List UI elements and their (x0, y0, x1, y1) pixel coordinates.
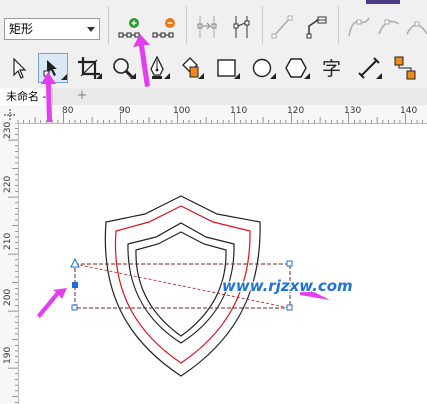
ruler-label: 140 (400, 106, 418, 116)
symmetric-node-icon (406, 21, 427, 35)
to-line-button[interactable] (268, 12, 298, 42)
toolbar-divider (186, 6, 187, 44)
document-tab-bar: 未命名 - + (0, 88, 427, 106)
shape-type-value: 矩形 (9, 22, 34, 36)
symmetric-node-button[interactable] (402, 12, 427, 42)
break-node-button[interactable] (226, 12, 256, 42)
crop-tool[interactable] (74, 53, 104, 83)
shape-type-select[interactable]: 矩形 (4, 18, 100, 40)
drawing-canvas[interactable] (19, 124, 427, 404)
to-curve-button[interactable] (302, 12, 332, 42)
ruler-origin-icon[interactable] (3, 108, 17, 122)
crop-icon (78, 57, 102, 79)
ruler-label: 80 (62, 106, 74, 116)
smooth-node-button[interactable] (374, 12, 404, 42)
polygon-tool[interactable] (282, 53, 312, 83)
to-curve-icon (306, 16, 327, 39)
dimension-tool[interactable] (354, 53, 384, 83)
shape-tool-icon (43, 60, 67, 80)
text-tool-glyph: 字 (322, 58, 341, 80)
cusp-node-icon (348, 17, 370, 37)
toolbar-divider (338, 6, 339, 44)
to-line-icon (271, 15, 293, 39)
watermark-text: www.rjzxw.com (222, 277, 353, 295)
join-nodes-button[interactable] (192, 12, 222, 42)
vertical-ruler[interactable]: 230 220 210 200 190 (0, 121, 19, 404)
toolbar-divider (262, 6, 263, 44)
pen-nib-icon (150, 55, 170, 79)
ruler-label: 130 (344, 106, 362, 116)
horizontal-ruler[interactable]: 80 90 100 110 120 130 140 (0, 105, 427, 124)
fill-tool[interactable] (176, 53, 206, 83)
toolbox: 字 (0, 48, 427, 89)
pick-tool[interactable] (4, 53, 34, 83)
add-node-button[interactable] (116, 12, 146, 42)
text-icon: 字 (322, 58, 341, 80)
property-bar: 矩形 (0, 0, 427, 49)
delete-node-button[interactable] (150, 12, 180, 42)
window-accent-strip (366, 0, 400, 4)
magnifier-icon (113, 58, 136, 79)
delete-node-icon (152, 18, 175, 38)
rectangle-tool[interactable] (212, 53, 242, 83)
chevron-down-icon (87, 27, 95, 32)
shape-tool[interactable] (38, 53, 68, 83)
pen-tool[interactable] (142, 53, 172, 83)
join-nodes-icon (197, 16, 217, 38)
add-tab-button[interactable]: + (72, 88, 92, 105)
rectangle-icon (217, 59, 240, 79)
ruler-label: 110 (230, 106, 248, 116)
arrow-pointer-icon (13, 57, 27, 79)
paint-bucket-icon (182, 57, 204, 79)
ruler-label: 230 (3, 121, 13, 139)
ruler-label: 90 (119, 106, 131, 116)
ellipse-tool[interactable] (248, 53, 278, 83)
ruler-label: 120 (287, 106, 305, 116)
ruler-label: 220 (3, 175, 13, 193)
cusp-node-button[interactable] (344, 12, 374, 42)
break-node-icon (233, 16, 250, 38)
ruler-label: 100 (173, 106, 191, 116)
document-tab[interactable]: 未命名 - (0, 88, 54, 105)
ellipse-icon (252, 58, 276, 79)
text-tool[interactable]: 字 (318, 53, 348, 83)
ruler-label: 200 (3, 288, 13, 306)
ruler-label: 210 (3, 232, 13, 250)
dimension-line-icon (358, 57, 382, 79)
connector-icon (394, 56, 416, 80)
ruler-label: 190 (3, 346, 13, 364)
connector-tool[interactable] (390, 53, 420, 83)
add-node-icon (118, 18, 140, 38)
toolbar-divider (108, 6, 109, 44)
hexagon-icon (285, 58, 310, 79)
smooth-node-icon (378, 19, 400, 35)
zoom-tool[interactable] (108, 53, 138, 83)
